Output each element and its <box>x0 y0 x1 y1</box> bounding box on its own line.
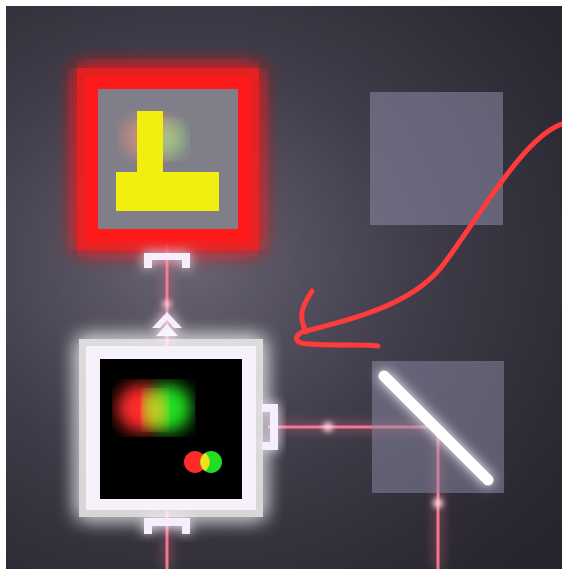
target-receiver-tile[interactable] <box>77 68 259 250</box>
puzzle-scene <box>6 6 562 569</box>
color-mixer-tile[interactable] <box>79 339 263 517</box>
mirror-tile[interactable] <box>372 361 504 493</box>
mixer-yellow-blend <box>143 392 167 428</box>
game-board <box>6 6 562 569</box>
